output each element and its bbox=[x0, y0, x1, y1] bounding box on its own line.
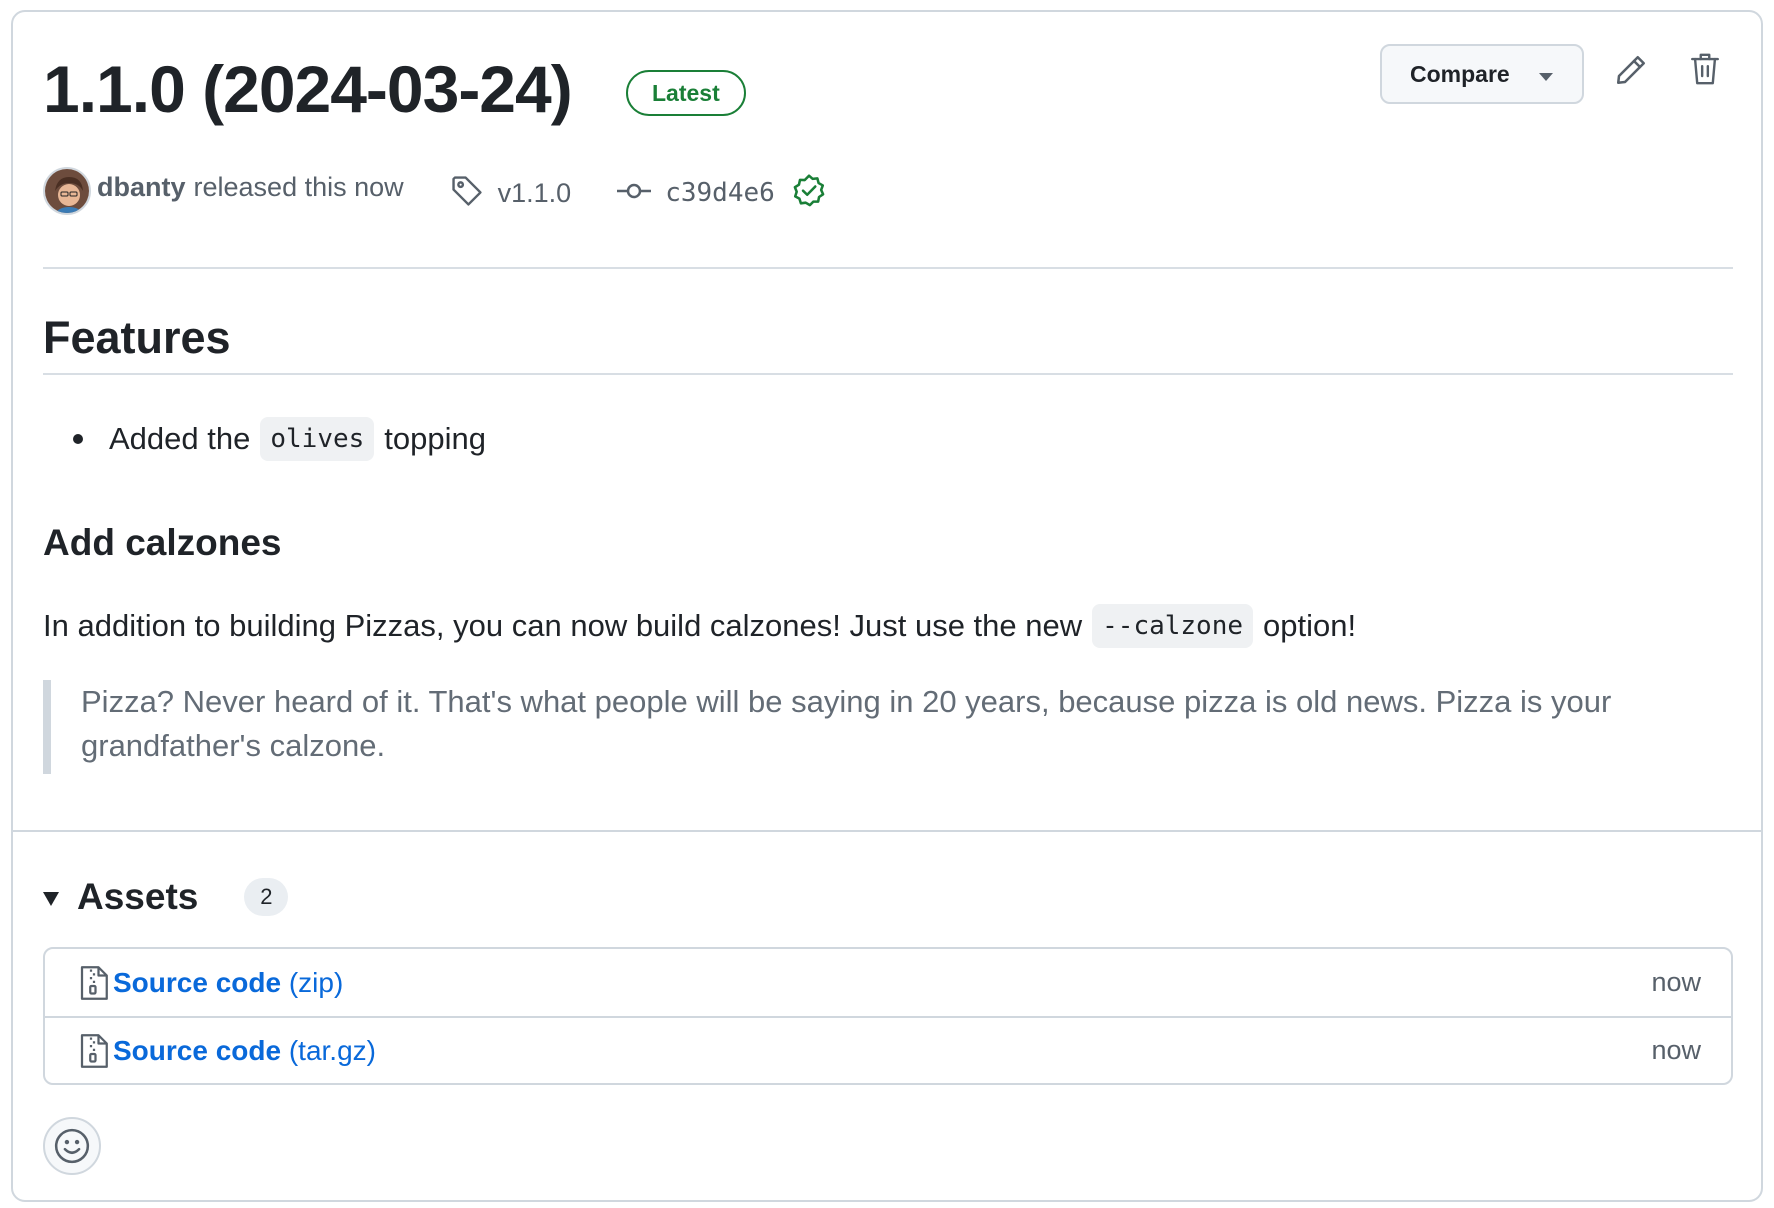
assets-list: Source code (zip) now Source code (tar.g… bbox=[43, 947, 1733, 1085]
inline-code: olives bbox=[260, 417, 375, 461]
header-divider bbox=[43, 267, 1733, 269]
tag-link[interactable]: v1.1.0 bbox=[450, 170, 571, 208]
latest-badge: Latest bbox=[626, 70, 746, 116]
edit-release-button[interactable] bbox=[1613, 52, 1649, 93]
asset-row: Source code (zip) now bbox=[45, 949, 1731, 1016]
chevron-down-icon bbox=[1539, 73, 1553, 81]
asset-name: Source code bbox=[113, 966, 282, 998]
released-text: released this now bbox=[193, 171, 404, 202]
author-link[interactable]: dbanty bbox=[97, 172, 186, 203]
release-meta: dbanty released this now v1.1.0 c39d4e6 bbox=[43, 162, 827, 215]
asset-ext: (zip) bbox=[288, 966, 344, 998]
feature-text-before: Added the bbox=[109, 421, 251, 456]
verified-icon[interactable] bbox=[791, 173, 827, 209]
delete-release-button[interactable] bbox=[1688, 50, 1722, 93]
asset-time: now bbox=[1651, 1035, 1701, 1065]
calzones-heading: Add calzones bbox=[43, 522, 282, 563]
asset-link-targz[interactable]: Source code (tar.gz) bbox=[113, 1035, 376, 1067]
commit-link[interactable]: c39d4e6 bbox=[617, 169, 827, 208]
features-divider bbox=[43, 373, 1733, 375]
asset-link-zip[interactable]: Source code (zip) bbox=[113, 967, 343, 999]
file-zip-icon bbox=[80, 1033, 108, 1068]
asset-ext: (tar.gz) bbox=[288, 1034, 376, 1066]
paragraph-text-after: option! bbox=[1263, 608, 1357, 643]
trash-icon bbox=[1691, 53, 1719, 85]
blockquote: Pizza? Never heard of it. That's what pe… bbox=[43, 680, 1703, 774]
inline-code: --calzone bbox=[1092, 604, 1254, 648]
release-card: 1.1.0 (2024-03-24) Latest Compare dbanty… bbox=[11, 10, 1763, 1202]
avatar[interactable] bbox=[43, 167, 91, 215]
bullet-dot bbox=[73, 434, 83, 444]
asset-name: Source code bbox=[113, 1034, 282, 1066]
calzones-paragraph: In addition to building Pizzas, you can … bbox=[43, 602, 1356, 650]
list-item: Added the olives topping bbox=[73, 415, 486, 463]
git-commit-icon bbox=[617, 183, 652, 199]
smiley-icon bbox=[54, 1128, 90, 1164]
assets-divider bbox=[13, 830, 1761, 832]
assets-count-badge: 2 bbox=[244, 878, 289, 916]
asset-row: Source code (tar.gz) now bbox=[45, 1016, 1731, 1083]
pencil-icon bbox=[1616, 55, 1646, 85]
asset-time: now bbox=[1651, 967, 1701, 997]
compare-button[interactable]: Compare bbox=[1380, 44, 1584, 104]
file-zip-icon bbox=[80, 965, 108, 1000]
features-heading: Features bbox=[43, 312, 231, 363]
compare-label: Compare bbox=[1410, 60, 1510, 87]
release-title[interactable]: 1.1.0 (2024-03-24) bbox=[43, 56, 573, 122]
assets-title: Assets bbox=[77, 876, 199, 917]
add-reaction-button[interactable] bbox=[43, 1117, 101, 1175]
assets-toggle[interactable]: Assets 2 bbox=[43, 870, 289, 924]
paragraph-text-before: In addition to building Pizzas, you can … bbox=[43, 608, 1083, 643]
feature-text-after: topping bbox=[384, 421, 486, 456]
triangle-down-icon bbox=[43, 892, 59, 906]
tag-label: v1.1.0 bbox=[497, 177, 572, 208]
commit-sha: c39d4e6 bbox=[665, 178, 775, 208]
tag-icon bbox=[451, 176, 482, 206]
